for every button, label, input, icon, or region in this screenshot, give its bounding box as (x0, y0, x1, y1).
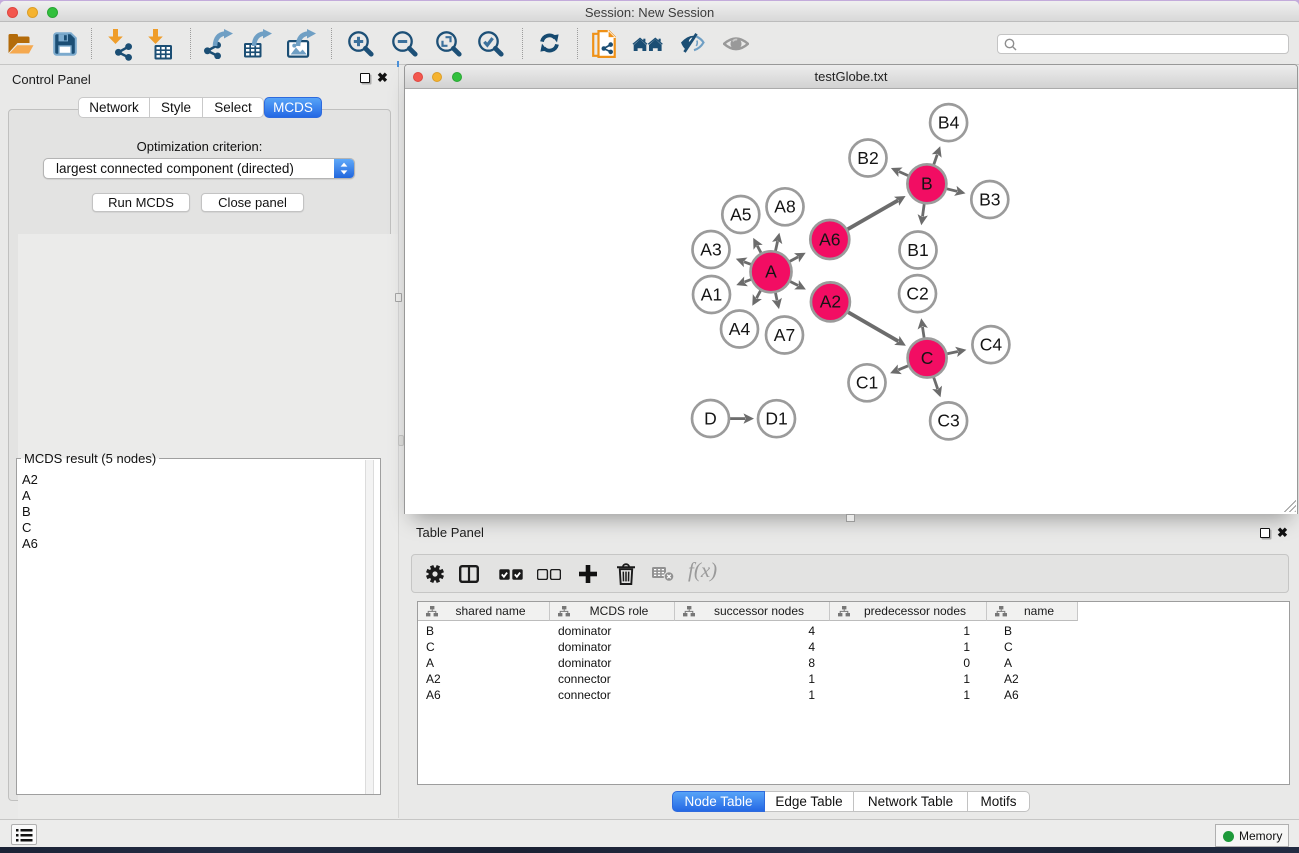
svg-text:A8: A8 (774, 197, 795, 217)
svg-text:C: C (921, 348, 934, 368)
svg-text:B2: B2 (857, 148, 878, 168)
svg-text:C1: C1 (856, 373, 878, 393)
svg-text:B3: B3 (979, 189, 1000, 209)
svg-text:A: A (765, 262, 777, 282)
svg-text:C4: C4 (980, 334, 1003, 354)
svg-text:A3: A3 (700, 239, 721, 259)
svg-text:A1: A1 (701, 284, 722, 304)
svg-text:C3: C3 (937, 411, 959, 431)
svg-text:B4: B4 (938, 112, 960, 132)
svg-text:C2: C2 (906, 283, 928, 303)
svg-text:A7: A7 (774, 325, 795, 345)
svg-text:D1: D1 (765, 409, 787, 429)
svg-text:B1: B1 (907, 240, 928, 260)
svg-text:A2: A2 (820, 292, 841, 312)
svg-text:B: B (921, 174, 933, 194)
svg-text:A5: A5 (730, 204, 751, 224)
svg-text:A4: A4 (729, 319, 751, 339)
svg-text:A6: A6 (819, 229, 840, 249)
svg-text:D: D (704, 408, 717, 428)
